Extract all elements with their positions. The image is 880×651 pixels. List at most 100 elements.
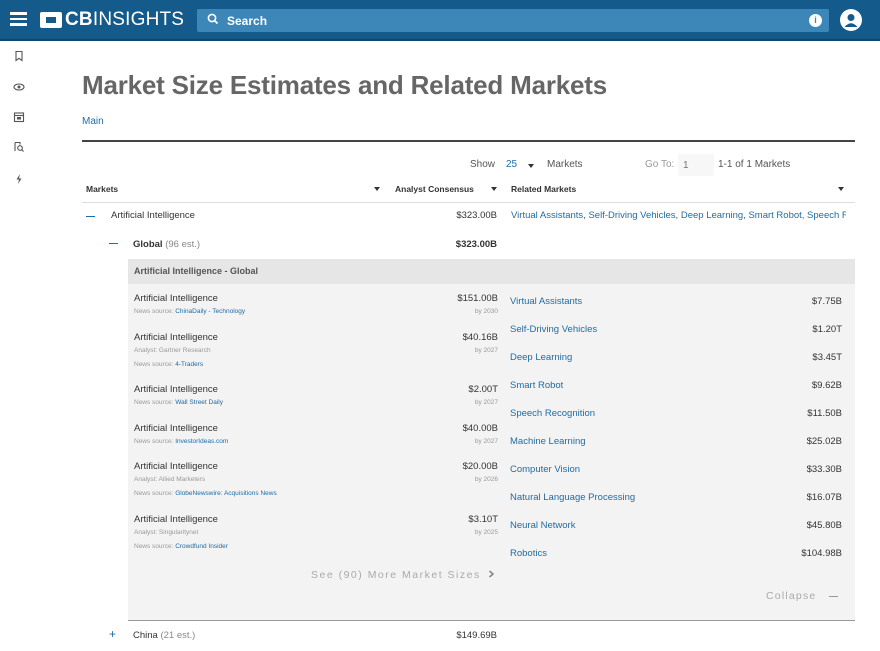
related-market-link[interactable]: Virtual Assistants [510,296,582,307]
region-estimate-count: (96 est.) [165,239,201,250]
related-market-value: $1.20T [812,324,842,335]
page-title: Market Size Estimates and Related Market… [82,70,608,100]
estimate-source: News source: Wall Street Daily [134,399,223,406]
panel-header: Artificial Intelligence - Global [128,259,855,284]
tab-main[interactable]: Main [82,116,104,127]
related-market-link[interactable]: Computer Vision [510,464,580,475]
related-market-value: $9.62B [811,380,842,391]
estimate-value: $40.00B [462,423,498,434]
related-market-link[interactable]: Smart Robot [510,380,563,391]
left-sidebar [0,43,38,651]
chevron-down-icon [528,164,534,168]
market-consensus-value: $323.00B [456,210,497,221]
see-more-label: See (90) More Market Sizes [311,569,481,581]
estimate-value: $151.00B [457,293,498,304]
estimate-source: News source: InvestorIdeas.com [134,438,229,445]
estimate-analyst: Analyst: Allied Marketers [134,476,206,483]
search-icon [207,13,219,25]
expand-plus-icon[interactable]: + [109,627,116,641]
region-consensus-value: $323.00B [455,239,497,250]
related-market-link[interactable]: Self-Driving Vehicles [510,324,597,335]
collapse-button[interactable]: Collapse [766,590,838,602]
estimate-year: by 2030 [474,308,498,315]
title-divider [82,140,855,142]
markets-per-page-label: Markets [547,159,583,170]
info-icon[interactable]: i [809,14,822,27]
related-market-value: $45.80B [806,520,842,531]
region-estimate-count: (21 est.) [160,630,196,641]
collapse-label: Collapse [766,590,817,602]
goto-page-input[interactable] [678,154,714,176]
minus-icon [828,595,838,597]
collapse-minus-icon[interactable] [86,216,95,218]
page-size-select[interactable]: 25 [502,156,538,176]
sort-down-icon[interactable] [374,187,380,191]
bookmark-icon[interactable] [13,50,25,62]
search-bar[interactable]: i [197,9,829,32]
panel-divider [128,620,855,621]
calendar-icon[interactable] [13,111,25,123]
watch-eye-icon[interactable] [13,81,25,93]
related-market-link[interactable]: Natural Language Processing [510,492,635,503]
goto-control: Go To: [645,154,715,176]
lightning-icon[interactable] [13,173,25,185]
related-market-link[interactable]: Deep Learning [510,352,572,363]
estimate-title: Artificial Intelligence [134,384,218,395]
estimate-title: Artificial Intelligence [134,514,218,525]
market-name[interactable]: Artificial Intelligence [111,210,195,221]
estimate-analyst: Analyst: Gartner Research [134,347,211,354]
pagination-count: 1-1 of 1 Markets [718,159,791,170]
region-name: China [133,630,158,641]
estimates-panel: Artificial Intelligence - Global Artific… [128,259,855,621]
chevron-right-icon [489,570,495,578]
related-market-link[interactable]: Machine Learning [510,436,586,447]
estimate-value: $3.10T [468,514,498,525]
column-header-related[interactable]: Related Markets [511,184,844,202]
estimate-title: Artificial Intelligence [134,332,218,343]
estimate-source: News source: 4-Traders [134,361,204,368]
column-header-consensus-label: Analyst Consensus [395,184,474,194]
source-link[interactable]: GlobeNewswire: Acquisitions News [175,490,277,497]
column-header-markets[interactable]: Markets [86,184,382,202]
search-input[interactable] [227,9,797,32]
logo-light-text: INSIGHTS [92,9,185,30]
collapse-minus-icon[interactable] [109,243,118,245]
show-label: Show [470,159,496,170]
user-avatar-icon[interactable] [840,9,862,31]
document-search-icon[interactable] [13,141,25,153]
source-link[interactable]: Crowdfund Insider [175,543,228,550]
source-link[interactable]: ChinaDaily - Technology [175,308,245,315]
logo-mark-icon [40,12,62,28]
region-consensus-value: $149.69B [456,630,497,641]
related-market-link[interactable]: Robotics [510,548,547,559]
menu-icon[interactable] [10,12,27,26]
region-name: Global [133,239,163,250]
see-more-button[interactable]: See (90) More Market Sizes [311,569,495,581]
cbinsights-logo[interactable]: CBINSIGHTS [40,8,184,32]
source-link[interactable]: Wall Street Daily [175,399,223,406]
estimate-year: by 2027 [474,347,498,354]
estimate-value: $20.00B [462,461,498,472]
related-markets-summary[interactable]: Virtual Assistants, Self-Driving Vehicle… [511,210,846,221]
column-header-consensus[interactable]: Analyst Consensus [395,184,497,202]
region-row-global[interactable]: Global (96 est.) [133,239,200,250]
source-link[interactable]: 4-Traders [175,361,203,368]
source-link[interactable]: InvestorIdeas.com [175,438,228,445]
related-market-value: $25.02B [806,436,842,447]
region-row-china[interactable]: China (21 est.) [133,630,195,641]
estimate-year: by 2026 [474,476,498,483]
estimate-year: by 2027 [474,399,498,406]
top-bar: CBINSIGHTS i [0,0,880,41]
related-market-value: $16.07B [806,492,842,503]
sort-down-icon[interactable] [838,187,844,191]
related-market-link[interactable]: Speech Recognition [510,408,595,419]
estimate-source: News source: ChinaDaily - Technology [134,308,246,315]
related-market-link[interactable]: Neural Network [510,520,575,531]
estimate-source: News source: GlobeNewswire: Acquisitions… [134,490,277,497]
header-divider [82,202,855,203]
related-market-value: $11.50B [807,408,842,419]
estimate-value: $40.16B [462,332,498,343]
estimate-value: $2.00T [468,384,498,395]
sort-down-icon[interactable] [491,187,497,191]
related-market-value: $104.98B [801,548,842,559]
